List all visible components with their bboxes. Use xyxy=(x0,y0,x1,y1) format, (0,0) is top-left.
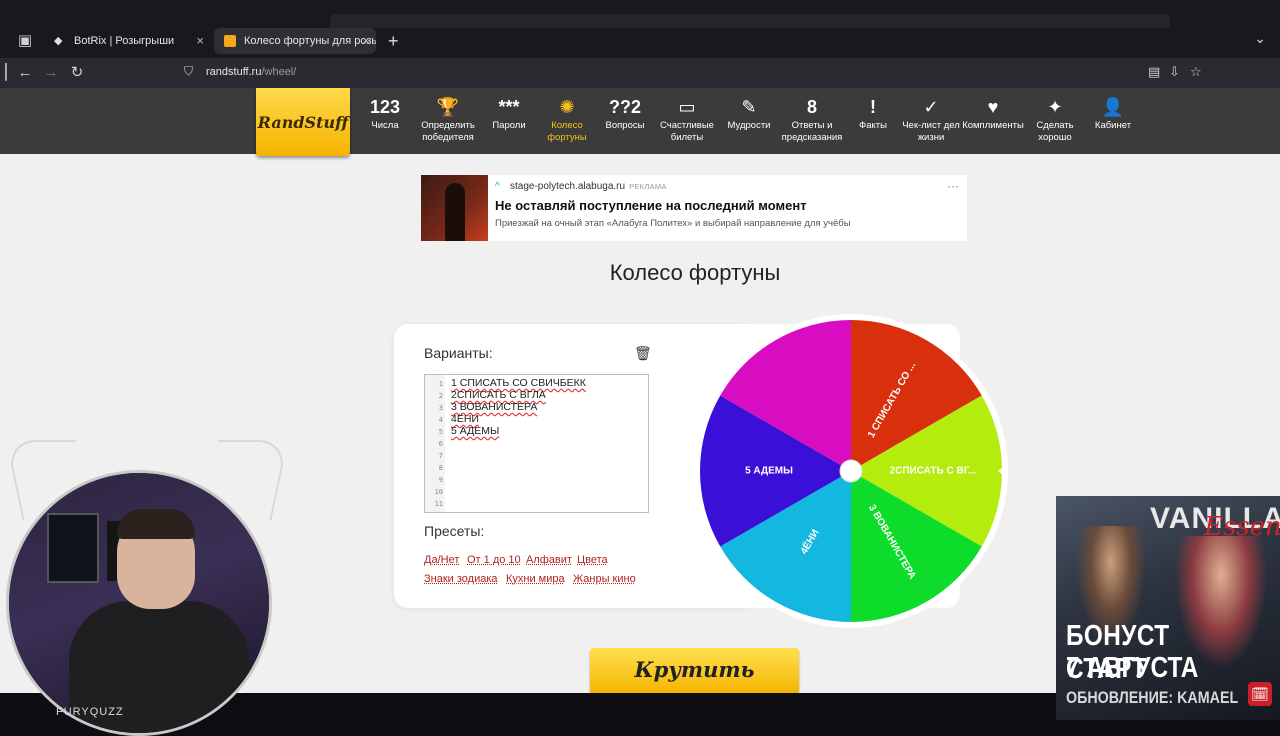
wheel-segment-label: 5 АДЕМЫ xyxy=(745,466,793,477)
wheel-icon: ✺ xyxy=(559,97,575,117)
wheel-hub xyxy=(839,459,863,483)
browser-tab-bar: ▣ ◆ BotRix | Розыгрыши × Колесо фортуны … xyxy=(0,0,1280,58)
presets-label: Пресеты: xyxy=(424,523,485,539)
tab-overview-icon[interactable]: ▣ xyxy=(14,30,36,52)
site-logo[interactable]: RandStuff xyxy=(256,88,350,156)
nav-cabinet[interactable]: 👤 Кабинет xyxy=(1090,94,1136,132)
trophy-icon: 🏆 xyxy=(436,97,460,117)
promo-banner: VANILLA Essence БОНУСТ СТАРТ 7 АВГУСТА О… xyxy=(1056,496,1280,720)
streamer-name: FURYQUZZ xyxy=(56,706,124,718)
ad-banner[interactable]: ^ stage-polytech.alabuga.ru РЕКЛАМА Не ос… xyxy=(421,175,967,241)
nav-facts[interactable]: ! Факты xyxy=(854,94,892,132)
scroll-icon: ✎ xyxy=(741,97,757,117)
nav-answers[interactable]: 8 Ответы и предсказания xyxy=(778,94,846,144)
nav-winner[interactable]: 🏆 Определить победителя xyxy=(416,94,480,144)
variant-line[interactable]: 1 СПИСАТЬ СО СВИЧБЕКК xyxy=(451,377,586,389)
preset-movie-genres[interactable]: Жанры кино xyxy=(573,573,636,585)
nav-compliments[interactable]: ♥ Комплименты xyxy=(960,94,1026,132)
close-tab-icon[interactable]: × xyxy=(362,28,370,54)
magic-ball-icon: 8 xyxy=(806,97,817,117)
forward-icon[interactable]: → xyxy=(40,62,62,84)
preset-yes-no[interactable]: Да/Нет xyxy=(424,554,459,566)
reload-icon[interactable]: ↻ xyxy=(66,62,88,84)
sparkle-icon: ✦ xyxy=(1047,97,1063,117)
ad-logo-icon: ^ xyxy=(495,181,500,192)
numbers-icon: 123 xyxy=(369,97,401,117)
chevron-down-icon[interactable]: ⌄ xyxy=(1254,30,1266,47)
user-icon: 👤 xyxy=(1101,97,1125,117)
url-field[interactable]: randstuff.ru/wheel/ xyxy=(206,66,296,78)
tab-botrix[interactable]: ◆ BotRix | Розыгрыши × xyxy=(44,28,210,54)
nav-checklist[interactable]: ✓ Чек-лист дел жизни xyxy=(900,94,962,144)
new-tab-icon[interactable]: + xyxy=(388,30,399,52)
streamer-hair xyxy=(117,509,195,539)
tab-title: Колесо фортуны для розыгры xyxy=(244,35,376,47)
variant-line[interactable]: 5 АДЕМЫ xyxy=(451,425,499,437)
ad-image xyxy=(421,175,488,241)
heart-icon: ♥ xyxy=(987,97,999,117)
nav-passwords[interactable]: *** Пароли xyxy=(488,94,530,132)
spin-button[interactable]: Крутить xyxy=(590,648,799,693)
line-numbers: 1 2 3 4 5 6 7 8 9 10 11 xyxy=(425,375,445,512)
preset-1-to-10[interactable]: От 1 до 10 xyxy=(467,554,521,566)
nav-wisdom[interactable]: ✎ Мудрости xyxy=(724,94,774,132)
site-info-icon[interactable]: ⛉ xyxy=(184,64,200,80)
fortune-wheel[interactable]: 1 СПИСАТЬ СО ...2СПИСАТЬ С ВГ...3 ВОВАНИ… xyxy=(692,312,1010,630)
gift-icon: 🗓 xyxy=(1248,682,1272,706)
preset-cuisines[interactable]: Кухни мира xyxy=(506,573,565,585)
nav-wheel[interactable]: ✺ Колесо фортуны xyxy=(544,94,590,144)
bookmark-star-icon[interactable]: ☆ xyxy=(1190,64,1202,80)
site-header: RandStuff 123 Числа 🏆 Определить победител… xyxy=(0,88,1280,156)
randstuff-favicon xyxy=(224,35,236,47)
nav-questions[interactable]: ??2 Вопросы xyxy=(602,94,648,132)
ticket-icon: ▭ xyxy=(678,97,696,117)
ad-title: Не оставляй поступление на последний мом… xyxy=(495,198,807,213)
back-icon[interactable]: ← xyxy=(14,62,36,84)
wall-picture xyxy=(47,513,99,583)
nav-tickets[interactable]: ▭ Счастливые билеты xyxy=(658,94,716,144)
ad-text: Приезжай на очный этап «Алабуга Политех»… xyxy=(495,218,851,229)
webcam-frame xyxy=(6,470,272,736)
page-title: Колесо фортуны xyxy=(609,260,781,285)
variants-label: Варианты: xyxy=(424,345,493,361)
badge-check-icon: ✓ xyxy=(923,97,939,117)
wheel-segment-label: 2СПИСАТЬ С ВГ... xyxy=(890,466,977,477)
password-icon: *** xyxy=(498,97,520,117)
preset-alphabet[interactable]: Алфавит xyxy=(526,554,572,566)
close-tab-icon[interactable]: × xyxy=(196,28,204,54)
download-icon[interactable]: ⇩ xyxy=(1169,64,1180,80)
banner-date: 7 АВГУСТА xyxy=(1066,652,1199,684)
webcam-overlay: FURYQUZZ xyxy=(0,440,290,736)
banner-update: ОБНОВЛЕНИЕ: KAMAEL xyxy=(1066,688,1239,707)
preset-colors[interactable]: Цвета xyxy=(577,554,608,566)
banner-brand-script: Essence xyxy=(1204,512,1280,542)
exclamation-icon: ! xyxy=(870,97,876,117)
ad-domain: stage-polytech.alabuga.ru РЕКЛАМА xyxy=(510,181,667,192)
tab-wheel[interactable]: Колесо фортуны для розыгры × xyxy=(214,28,376,54)
botrix-icon: ◆ xyxy=(54,35,63,47)
preset-zodiac[interactable]: Знаки зодиака xyxy=(424,573,498,585)
address-bar: ▏ ← → ↻ ⛉ randstuff.ru/wheel/ ▤ ⇩ ☆ xyxy=(0,58,1280,88)
question-icon: ??2 xyxy=(608,97,641,117)
tab-strip-decoration xyxy=(330,14,1170,28)
more-options-icon[interactable]: ··· xyxy=(947,179,959,193)
nav-do-good[interactable]: ✦ Сделать хорошо xyxy=(1032,94,1078,144)
tab-title: BotRix | Розыгрыши xyxy=(74,35,175,47)
variant-line[interactable]: 2СПИСАТЬ С ВГЛА xyxy=(451,389,546,401)
nav-numbers[interactable]: 123 Числа xyxy=(366,94,404,132)
trash-icon[interactable]: 🗑 xyxy=(634,345,652,362)
variants-editor[interactable]: 1 2 3 4 5 6 7 8 9 10 11 1 СПИСАТЬ СО СВИ… xyxy=(424,374,649,513)
reader-mode-icon[interactable]: ▤ xyxy=(1148,64,1160,80)
variant-line[interactable]: 4ЁНИ xyxy=(451,413,479,425)
variant-line[interactable]: 3 ВОВАНИСТЕРА xyxy=(451,401,537,413)
